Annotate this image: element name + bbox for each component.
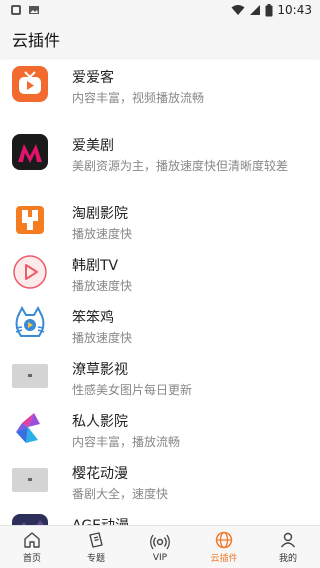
nav-home[interactable]: 首页 [0, 526, 64, 568]
plugin-item-siren[interactable]: 私人影院 内容丰富，播放流畅 [0, 410, 320, 462]
plugin-name: 私人影院 [72, 414, 128, 430]
plugin-name: 笨笨鸡 [72, 310, 114, 326]
nav-label: 云插件 [210, 554, 238, 564]
status-bar: 10:43 [0, 0, 320, 20]
plugin-desc: 番剧大全，速度快 [72, 487, 169, 501]
bottom-navigation: 首页 专题 VIP 云插件 我的 [0, 525, 320, 568]
plugin-list[interactable]: 爱爱客 内容丰富，视频播放流畅 爱美剧 美剧资源为主，播放速度快但清晰度较差 淘… [0, 58, 320, 525]
globe-icon [215, 531, 233, 549]
plugin-desc: 美剧资源为主，播放速度快但清晰度较差 [72, 159, 289, 173]
plugin-item-benbenji[interactable]: 笨笨鸡 播放速度快 [0, 306, 320, 358]
plugin-name: 淘剧影院 [72, 206, 128, 222]
vip-icon [150, 534, 170, 549]
placeholder-image-icon [12, 358, 48, 394]
nav-topic[interactable]: 专题 [64, 526, 128, 568]
nav-label: VIP [152, 552, 168, 563]
plugin-name: AGE动漫 [72, 515, 129, 525]
plugin-item-aiaike[interactable]: 爱爱客 内容丰富，视频播放流畅 [0, 66, 320, 118]
user-icon [280, 532, 296, 548]
plugin-desc: 内容丰富，播放流畅 [72, 435, 181, 449]
plugin-item-yinghua[interactable]: 樱花动漫 番剧大全，速度快 [0, 462, 320, 514]
plugin-item-liaocao[interactable]: 潦草影视 性感美女图片每日更新 [0, 358, 320, 410]
nav-vip[interactable]: VIP [128, 526, 192, 568]
nav-label: 专题 [86, 554, 105, 564]
plugin-desc: 播放速度快 [72, 227, 133, 241]
plugin-desc: 播放速度快 [72, 331, 133, 345]
plugin-name: 爱美剧 [72, 138, 114, 154]
nav-label: 首页 [22, 554, 41, 564]
plugin-name: 樱花动漫 [72, 466, 128, 482]
notification-square-icon [11, 5, 21, 15]
battery-icon [265, 3, 273, 16]
home-icon [24, 532, 40, 548]
plugin-name: 爱爱客 [72, 70, 114, 86]
plugin-name: 韩剧TV [72, 258, 119, 274]
plugin-item-aimeiju[interactable]: 爱美剧 美剧资源为主，播放速度快但清晰度较差 [0, 134, 320, 186]
tv-logo-icon [12, 66, 48, 102]
cat-logo-icon [12, 306, 48, 342]
image-notification-icon [29, 6, 39, 14]
plugin-desc: 性感美女图片每日更新 [72, 383, 193, 397]
app-bar: 云插件 [0, 20, 320, 58]
nav-mine[interactable]: 我的 [256, 526, 320, 568]
page-title: 云插件 [12, 31, 61, 50]
gradient-logo-icon [12, 410, 48, 446]
placeholder-image-icon [12, 462, 48, 498]
plugin-item-hanjutv[interactable]: 韩剧TV 播放速度快 [0, 254, 320, 306]
signal-icon [250, 5, 261, 15]
anime-thumb-icon [12, 514, 48, 525]
s-logo-icon [12, 202, 48, 238]
nav-cloud-plugins[interactable]: 云插件 [192, 526, 256, 568]
plugin-item-age[interactable]: AGE动漫 [0, 514, 320, 525]
wifi-icon [231, 5, 245, 15]
topic-icon [89, 532, 103, 548]
plugin-desc: 播放速度快 [72, 279, 133, 293]
play-circle-icon [12, 254, 48, 290]
plugin-item-taoju[interactable]: 淘剧影院 播放速度快 [0, 202, 320, 254]
status-time: 10:43 [277, 3, 312, 17]
m-logo-icon [12, 134, 48, 170]
plugin-name: 潦草影视 [72, 362, 128, 378]
nav-label: 我的 [278, 554, 297, 564]
plugin-desc: 内容丰富，视频播放流畅 [72, 91, 205, 105]
